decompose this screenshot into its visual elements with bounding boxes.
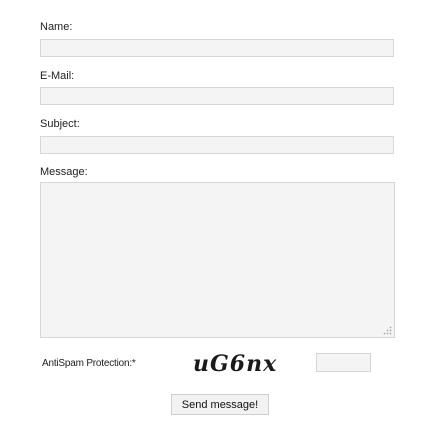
message-label: Message: [40,166,88,178]
resize-grip-icon[interactable] [382,325,392,335]
captcha-image: uG6nx [193,351,278,377]
antispam-label: AntiSpam Protection:* [42,358,136,369]
email-label: E-Mail: [40,70,75,82]
subject-label: Subject: [40,118,80,130]
send-message-button[interactable]: Send message! [171,394,269,415]
subject-field[interactable] [40,136,394,154]
email-field[interactable] [40,87,394,105]
captcha-input[interactable] [316,353,371,372]
name-label: Name: [40,21,73,33]
message-textarea[interactable] [40,182,395,338]
name-field[interactable] [40,39,394,57]
